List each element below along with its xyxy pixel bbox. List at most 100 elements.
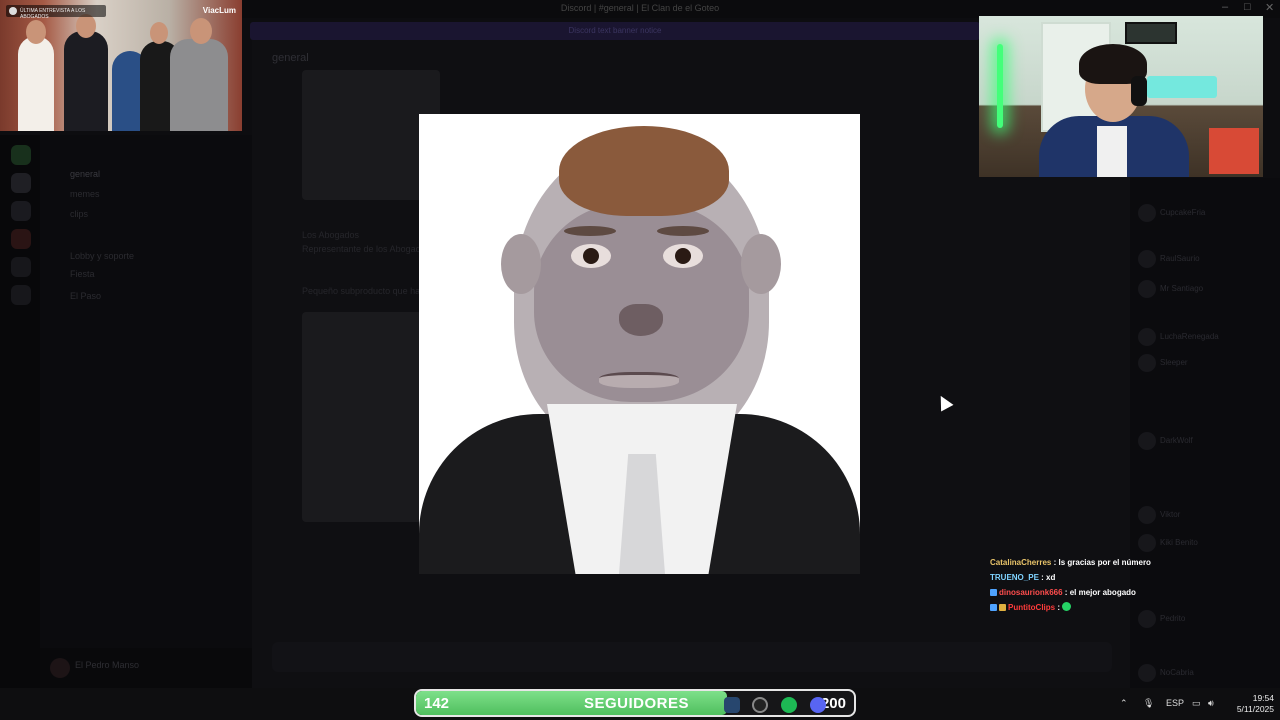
member-name[interactable]: Mr Santiago [1160,284,1203,293]
system-clock[interactable]: 19:54 5/11/2025 [1224,693,1274,715]
person-head [76,14,96,38]
server-icon[interactable] [11,201,31,221]
image-preview[interactable] [419,114,860,574]
channel-item[interactable]: memes [70,189,100,199]
streamer-shirt [1097,126,1127,177]
close-icon[interactable]: ✕ [1265,1,1274,14]
chat-text: el mejor abogado [1069,588,1136,597]
monkey-mouth [599,372,679,388]
chat-user: dinosaurionk666 [999,588,1063,597]
badge-icon [990,589,997,596]
language-indicator[interactable]: ESP [1166,698,1184,708]
obs-icon[interactable] [752,697,768,713]
server-list [0,135,40,688]
mic-icon[interactable]: 🎙︎ [1143,698,1154,709]
person [64,31,108,131]
member-avatar[interactable] [1138,664,1156,682]
member-name[interactable]: Sleeper [1160,358,1188,367]
webcam-streamer [979,16,1263,177]
member-avatar[interactable] [1138,534,1156,552]
person-head [26,20,46,44]
server-icon[interactable] [11,173,31,193]
member-avatar[interactable] [1138,280,1156,298]
webcam-left: ÚLTIMA ENTREVISTA A LOS ABOGADOS ViacLum [0,0,242,131]
speaker-icon[interactable]: 🔊︎ [1208,698,1214,709]
message-composer[interactable] [272,642,1112,672]
monkey-ear [741,234,781,294]
monkey-brow [564,226,616,236]
person [170,39,228,131]
member-avatar[interactable] [1138,354,1156,372]
chevron-up-icon[interactable]: ⌃ [1120,698,1128,709]
badge-icon [990,604,997,611]
chat-user: PuntitoClips [1008,603,1056,612]
steam-icon[interactable] [724,697,740,713]
maximize-icon[interactable]: □ [1244,1,1251,13]
channel-list: general memes clips Lobby y soporte Fies… [40,135,252,688]
member-avatar[interactable] [1138,204,1156,222]
chat-user: CatalinaCherres [990,558,1052,567]
avatar[interactable] [50,658,70,678]
server-icon[interactable] [11,257,31,277]
user-name: El Pedro Manso [75,660,140,670]
person-head [190,18,212,44]
chat-text: xd [1046,573,1056,582]
wall-frame [1125,22,1177,44]
channel-header: general [272,52,309,64]
channel-item[interactable]: clips [70,209,88,219]
message-text: Los Abogados [302,230,360,240]
channel-item[interactable]: Fiesta [70,269,95,279]
member-name[interactable]: DarkWolf [1160,436,1193,445]
server-icon[interactable] [11,229,31,249]
goal-current: 142 [424,695,450,712]
server-icon[interactable] [11,285,31,305]
channel-item[interactable]: general [70,169,100,179]
member-name[interactable]: CupcakeFria [1160,208,1205,217]
minimize-icon[interactable]: – [1222,1,1228,13]
channel-item[interactable]: El Paso [70,291,101,301]
member-avatar[interactable] [1138,328,1156,346]
discord-icon[interactable] [810,697,826,713]
monkey-ear [501,234,541,294]
monkey-brow [657,226,709,236]
chat-user: TRUENO_PE [990,573,1039,582]
spotify-icon[interactable] [781,697,797,713]
stream-chat: CatalinaCherres : ls gracias por el núme… [990,555,1200,615]
member-name[interactable]: LuchaRenegada [1160,332,1219,341]
notice-banner: Discord text banner notice [250,22,980,40]
monkey-nose [619,304,663,336]
clock-date: 5/11/2025 [1236,704,1274,714]
badge-icon [999,604,1006,611]
chat-message: CatalinaCherres : ls gracias por el núme… [990,558,1151,567]
person-head [150,22,168,44]
member-name[interactable]: Kiki Benito [1160,538,1198,547]
chat-message: PuntitoClips : [990,600,1200,615]
member-name[interactable]: Pedrito [1160,614,1185,623]
channel-item[interactable]: Lobby y soporte [70,251,134,261]
member-name[interactable]: NoCabria [1160,668,1194,677]
display-icon[interactable]: ▭ [1192,698,1201,709]
whatsapp-emote-icon [1062,602,1072,611]
chat-message: dinosaurionk666 : el mejor abogado [990,585,1200,600]
channel-logo: ViacLum [202,6,236,15]
toy-box [1209,128,1259,174]
monkey-eye [571,244,611,268]
chat-text: ls gracias por el número [1058,558,1151,567]
chat-message: TRUENO_PE : xd [990,573,1056,582]
user-panel: El Pedro Manso [40,648,252,688]
member-avatar[interactable] [1138,432,1156,450]
member-avatar[interactable] [1138,250,1156,268]
message-text: Representante de los Abogados. [302,244,433,254]
monkey-eye [663,244,703,268]
headset-icon [1131,76,1147,106]
goal-label: SEGUIDORES [584,695,690,712]
clock-time: 19:54 [1252,693,1274,703]
monkey-hair [559,126,729,216]
message-image[interactable] [302,312,422,522]
member-name[interactable]: RaulSaurio [1160,254,1200,263]
neon-light [997,44,1003,128]
server-icon[interactable] [11,145,31,165]
member-name[interactable]: Viktor [1160,510,1180,519]
member-avatar[interactable] [1138,506,1156,524]
news-badge: ÚLTIMA ENTREVISTA A LOS ABOGADOS [6,5,106,20]
